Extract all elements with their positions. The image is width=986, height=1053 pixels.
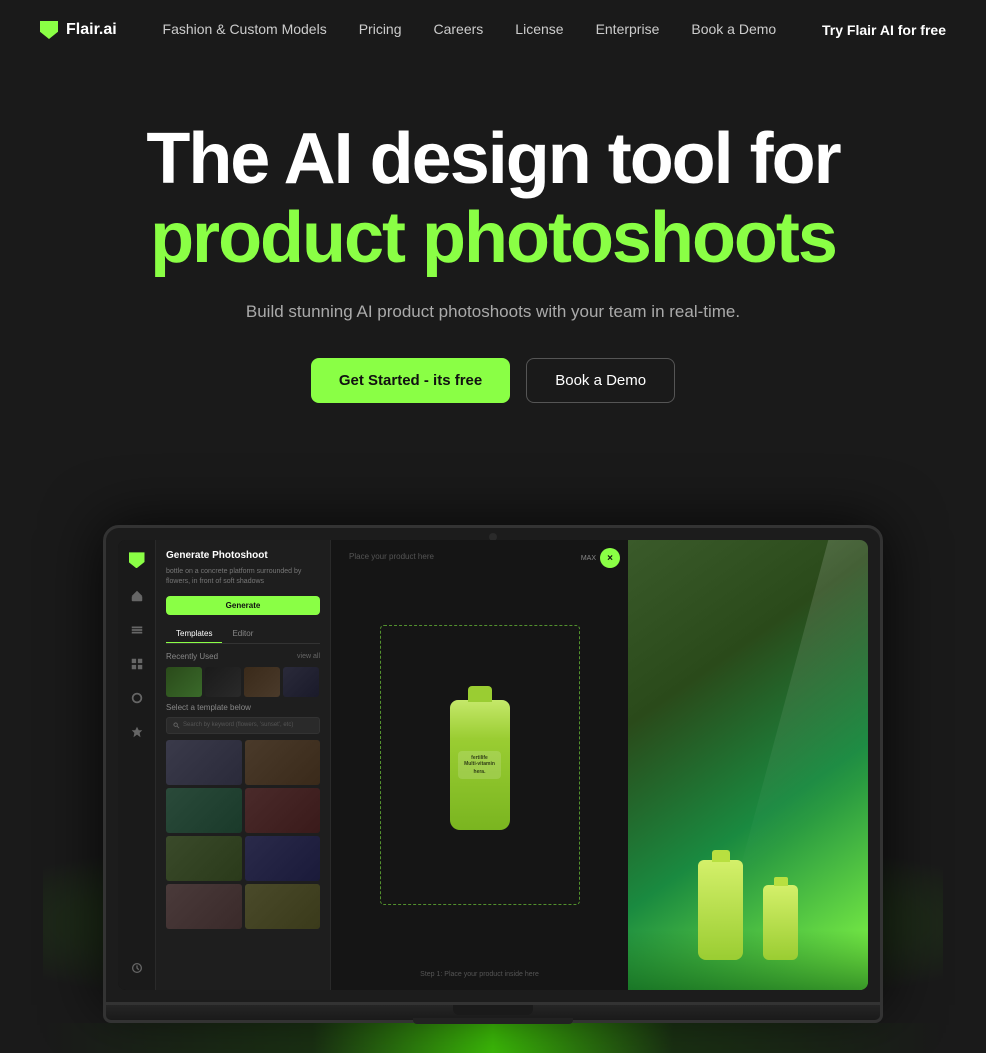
app-canvas: MAX × Place your product here fertilifeM… xyxy=(331,540,628,990)
template-search[interactable]: Search by keyword (flowers, 'sunset', et… xyxy=(166,717,320,734)
product-bottle: fertilifeMulti-vitamin hera. xyxy=(450,700,510,830)
nav-item-enterprise[interactable]: Enterprise xyxy=(596,21,660,39)
search-placeholder: Search by keyword (flowers, 'sunset', et… xyxy=(183,722,293,728)
template-5[interactable] xyxy=(166,836,242,881)
laptop-mockup: Generate Photoshoot bottle on a concrete… xyxy=(103,525,883,1023)
navigation: Flair.ai Fashion & Custom Models Pricing… xyxy=(0,0,986,60)
bottle-label: fertilifeMulti-vitamin hera. xyxy=(458,751,501,779)
app-screen: Generate Photoshoot bottle on a concrete… xyxy=(118,540,868,990)
brand-name: Flair.ai xyxy=(66,21,117,39)
canvas-hint: Place your product here xyxy=(349,552,434,561)
nav-item-pricing[interactable]: Pricing xyxy=(359,21,402,39)
generate-button[interactable]: Generate xyxy=(166,596,320,615)
panel-tabs: Templates Editor xyxy=(166,625,320,644)
result-bottle-secondary xyxy=(763,885,798,960)
select-template-label: Select a template below xyxy=(166,703,320,712)
laptop-hinge-notch xyxy=(453,1005,533,1015)
result-bottle-main xyxy=(698,860,743,960)
try-flair-button[interactable]: Try Flair AI for free xyxy=(822,22,946,38)
sidebar-home-icon[interactable] xyxy=(127,586,147,606)
canvas-controls: MAX × xyxy=(581,548,620,568)
recent-thumb-1[interactable] xyxy=(166,667,202,697)
sidebar-layers-icon[interactable] xyxy=(127,620,147,640)
tab-editor[interactable]: Editor xyxy=(222,625,263,643)
panel-description: bottle on a concrete platform surrounded… xyxy=(166,567,320,587)
app-sidebar xyxy=(118,540,156,990)
panel-title: Generate Photoshoot xyxy=(166,550,320,561)
product-placement-box[interactable]: fertilifeMulti-vitamin hera. xyxy=(380,625,580,905)
laptop-base xyxy=(103,1005,883,1023)
get-started-button[interactable]: Get Started - its free xyxy=(311,358,510,403)
template-6[interactable] xyxy=(245,836,321,881)
mockup-section: Generate Photoshoot bottle on a concrete… xyxy=(0,483,986,1023)
generated-result xyxy=(628,540,868,990)
recent-thumb-3[interactable] xyxy=(244,667,280,697)
bottle-brand-text: fertilifeMulti-vitamin xyxy=(464,755,495,767)
template-2[interactable] xyxy=(245,740,321,785)
template-3[interactable] xyxy=(166,788,242,833)
template-grid xyxy=(166,740,320,929)
canvas-footer-hint: Step 1: Place your product inside here xyxy=(420,971,539,978)
template-8[interactable] xyxy=(245,884,321,929)
recent-thumbnails xyxy=(166,667,320,697)
logo[interactable]: Flair.ai xyxy=(40,21,117,39)
recently-used-header: Recently Used view all xyxy=(166,652,320,661)
template-4[interactable] xyxy=(245,788,321,833)
hero-subtitle: Build stunning AI product photoshoots wi… xyxy=(243,302,743,322)
nav-links: Fashion & Custom Models Pricing Careers … xyxy=(163,21,777,39)
sidebar-ai-icon[interactable] xyxy=(127,722,147,742)
result-bottles xyxy=(698,860,798,960)
app-sidebar-logo xyxy=(129,552,145,568)
template-7[interactable] xyxy=(166,884,242,929)
close-canvas-btn[interactable]: × xyxy=(600,548,620,568)
book-demo-button[interactable]: Book a Demo xyxy=(526,358,675,403)
hero-title: The AI design tool for product photoshoo… xyxy=(40,120,946,278)
sidebar-history-icon[interactable] xyxy=(127,958,147,978)
nav-item-fashion[interactable]: Fashion & Custom Models xyxy=(163,21,327,39)
hero-section: The AI design tool for product photoshoo… xyxy=(0,60,986,443)
recent-thumb-2[interactable] xyxy=(205,667,241,697)
template-1[interactable] xyxy=(166,740,242,785)
hero-cta-group: Get Started - its free Book a Demo xyxy=(40,358,946,403)
nav-item-book-demo[interactable]: Book a Demo xyxy=(691,21,776,39)
sidebar-frames-icon[interactable] xyxy=(127,688,147,708)
tab-templates[interactable]: Templates xyxy=(166,625,222,643)
max-label: MAX xyxy=(581,555,596,562)
recent-thumb-4[interactable] xyxy=(283,667,319,697)
bottle-sub-text: hera. xyxy=(474,769,486,775)
left-panel: Generate Photoshoot bottle on a concrete… xyxy=(156,540,331,990)
view-all-link[interactable]: view all xyxy=(297,653,320,660)
recently-used-label: Recently Used xyxy=(166,652,218,661)
generated-background xyxy=(628,540,868,990)
laptop-surface-glow xyxy=(43,1023,943,1053)
screen-bezel: Generate Photoshoot bottle on a concrete… xyxy=(103,525,883,1005)
sidebar-elements-icon[interactable] xyxy=(127,654,147,674)
nav-item-careers[interactable]: Careers xyxy=(434,21,484,39)
flair-logo-icon xyxy=(40,21,58,39)
nav-item-license[interactable]: License xyxy=(515,21,563,39)
